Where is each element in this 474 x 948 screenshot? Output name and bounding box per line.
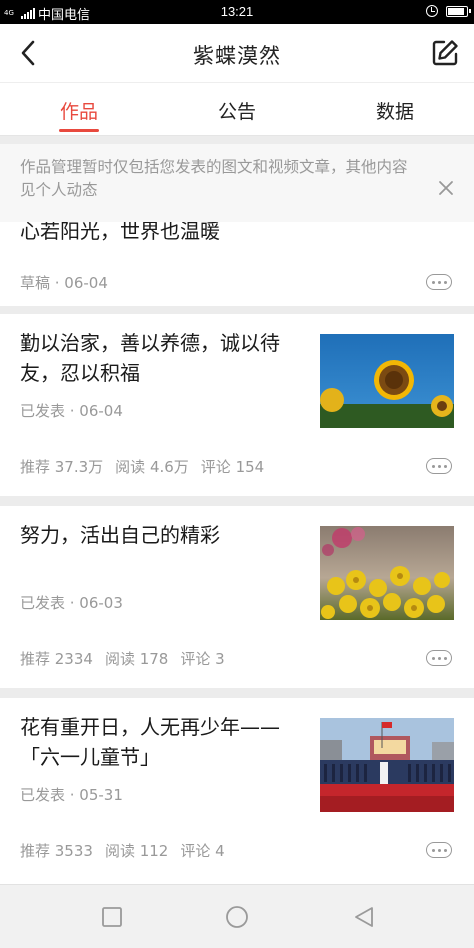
recent-apps-button[interactable] (100, 905, 124, 929)
dot-icon (443, 280, 447, 284)
article-status: 已发表 · 06-04 (20, 402, 123, 420)
dot-icon (437, 848, 441, 852)
more-options-button[interactable] (426, 274, 452, 290)
read-count: 阅读 4.6万 (115, 458, 189, 476)
dot-icon (431, 464, 435, 468)
comment-count: 评论 3 (180, 650, 225, 668)
edit-icon (432, 40, 458, 66)
comment-count: 评论 4 (180, 842, 225, 860)
more-options-button[interactable] (426, 842, 452, 858)
recommend-count: 推荐 2334 (20, 650, 93, 668)
more-options-button[interactable] (426, 458, 452, 474)
circle-icon (226, 906, 248, 928)
article-card[interactable]: 勤以治家，善以养德，诚以待友，忍以积福 已发表 · 06-04 推荐 37.3万… (0, 314, 474, 496)
read-count: 阅读 178 (104, 650, 169, 668)
status-time: 13:21 (220, 4, 254, 19)
alarm-icon (426, 5, 438, 17)
tab-data[interactable]: 数据 (316, 83, 474, 135)
article-status: 已发表 · 06-03 (20, 594, 123, 612)
status-bar: 4G 中国电信 13:21 (0, 0, 474, 24)
dot-icon (443, 464, 447, 468)
comment-count: 评论 154 (200, 458, 265, 476)
square-icon (102, 907, 122, 927)
dot-icon (437, 280, 441, 284)
close-icon (439, 181, 453, 195)
edit-button[interactable] (430, 38, 460, 68)
triangle-back-icon (355, 907, 373, 927)
article-card[interactable]: 努力，活出自己的精彩 已发表 · 06-03 推荐 2334 阅读 178 评论… (0, 506, 474, 688)
article-stats: 推荐 2334 阅读 178 评论 3 (20, 648, 225, 669)
tab-announcements[interactable]: 公告 (158, 83, 316, 135)
article-title: 勤以治家，善以养德，诚以待友，忍以积福 (20, 331, 280, 385)
article-stats: 推荐 3533 阅读 112 评论 4 (20, 840, 225, 861)
article-title: 努力，活出自己的精彩 (20, 523, 220, 547)
article-card[interactable]: 花有重开日，人无再少年——「六一儿童节」 已发表 · 05-31 推荐 3533… (0, 698, 474, 884)
notice-text: 作品管理暂时仅包括您发表的图文和视频文章，其他内容见个人动态 (20, 158, 408, 199)
title-bar: 紫蝶漠然 (0, 24, 474, 82)
more-options-button[interactable] (426, 650, 452, 666)
tab-bar: 作品 公告 数据 (0, 82, 474, 136)
dot-icon (431, 848, 435, 852)
article-status: 已发表 · 05-31 (20, 786, 123, 804)
recommend-count: 推荐 3533 (20, 842, 93, 860)
article-stats: 推荐 37.3万 阅读 4.6万 评论 154 (20, 456, 264, 477)
sunflower-image[interactable] (320, 334, 454, 428)
article-list[interactable]: 心若阳光，世界也温暖 草稿 · 06-04 作品管理暂时仅包括您发表的图文和视频… (0, 136, 474, 884)
home-button[interactable] (225, 905, 249, 929)
yellow-flowers-image[interactable] (320, 526, 454, 620)
dot-icon (437, 464, 441, 468)
close-notice-button[interactable] (436, 178, 456, 198)
article-status: 草稿 · 06-04 (20, 274, 108, 292)
dot-icon (443, 656, 447, 660)
dot-icon (431, 280, 435, 284)
recommend-count: 推荐 37.3万 (20, 458, 104, 476)
dot-icon (431, 656, 435, 660)
read-count: 阅读 112 (104, 842, 169, 860)
info-notice: 作品管理暂时仅包括您发表的图文和视频文章，其他内容见个人动态 (0, 144, 474, 222)
childrens-day-stage-image[interactable] (320, 718, 454, 812)
page-title: 紫蝶漠然 (193, 44, 281, 68)
back-nav-button[interactable] (352, 905, 376, 929)
article-title: 花有重开日，人无再少年——「六一儿童节」 (20, 715, 280, 769)
tab-works[interactable]: 作品 (0, 83, 158, 135)
dot-icon (443, 848, 447, 852)
system-navigation-bar (0, 884, 474, 948)
dot-icon (437, 656, 441, 660)
battery-icon (446, 5, 471, 17)
